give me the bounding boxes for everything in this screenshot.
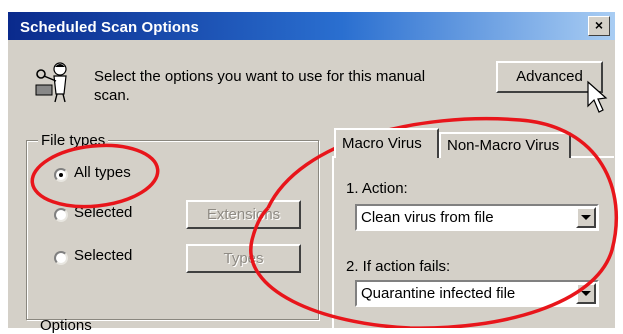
action-label: 1. Action: bbox=[346, 180, 408, 197]
radio-selected-types-label: Selected bbox=[74, 247, 133, 264]
close-icon: × bbox=[594, 17, 604, 33]
intro-line-1: Select the options you want to use for t… bbox=[94, 68, 426, 85]
radio-all-types[interactable] bbox=[54, 168, 68, 182]
file-types-label: File types bbox=[38, 132, 109, 149]
fallback-label: 2. If action fails: bbox=[346, 258, 451, 275]
options-group-label: Options bbox=[40, 317, 92, 334]
chevron-down-icon bbox=[581, 215, 591, 220]
intro-line-2: scan. bbox=[94, 87, 130, 104]
title-bar: Scheduled Scan Options × bbox=[8, 12, 615, 40]
action-select[interactable]: Clean virus from file bbox=[355, 204, 599, 231]
fallback-dropdown-button[interactable] bbox=[576, 283, 596, 304]
tab-macro-virus[interactable]: Macro Virus bbox=[334, 128, 439, 158]
tab-macro-virus-label: Macro Virus bbox=[342, 135, 422, 152]
chevron-down-icon bbox=[581, 291, 591, 296]
radio-selected-types[interactable] bbox=[54, 251, 68, 265]
fallback-select-value: Quarantine infected file bbox=[361, 285, 516, 302]
radio-selected-extensions[interactable] bbox=[54, 208, 68, 222]
scanning-person-icon bbox=[35, 62, 67, 103]
advanced-button[interactable]: Advanced bbox=[496, 61, 603, 93]
window-title: Scheduled Scan Options bbox=[20, 19, 199, 36]
radio-selected-extensions-label: Selected bbox=[74, 204, 133, 221]
action-dropdown-button[interactable] bbox=[576, 207, 596, 228]
tab-non-macro-virus-label: Non-Macro Virus bbox=[447, 137, 560, 154]
action-select-value: Clean virus from file bbox=[361, 209, 494, 226]
extensions-button-label: Extensions bbox=[206, 206, 281, 223]
dialog-body: Select the options you want to use for t… bbox=[8, 40, 615, 334]
advanced-button-label: Advanced bbox=[516, 68, 583, 85]
fallback-select[interactable]: Quarantine infected file bbox=[355, 280, 599, 307]
types-button-label: Types bbox=[223, 250, 264, 267]
file-types-group bbox=[26, 140, 319, 320]
tab-non-macro-virus[interactable]: Non-Macro Virus bbox=[439, 132, 571, 158]
types-button[interactable]: Types bbox=[186, 244, 301, 273]
extensions-button[interactable]: Extensions bbox=[186, 200, 301, 229]
close-button[interactable]: × bbox=[588, 16, 610, 36]
radio-all-types-label: All types bbox=[74, 164, 131, 181]
intro-text: Select the options you want to use for t… bbox=[94, 67, 494, 105]
